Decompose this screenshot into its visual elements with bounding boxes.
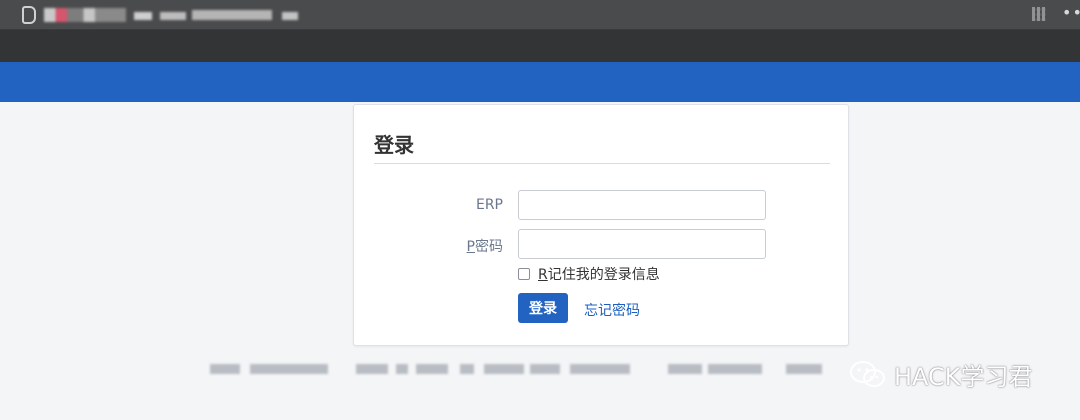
password-label: P密码 bbox=[423, 236, 503, 256]
remember-me-label[interactable]: R记住我的登录信息 bbox=[538, 264, 660, 284]
redacted-footer bbox=[530, 364, 560, 374]
password-input[interactable] bbox=[518, 229, 766, 259]
redacted-footer bbox=[460, 364, 474, 374]
title-divider bbox=[374, 163, 830, 164]
password-label-text: 密码 bbox=[475, 239, 503, 255]
redacted-url bbox=[192, 10, 272, 20]
redacted-footer bbox=[668, 364, 702, 374]
redacted-url bbox=[134, 12, 152, 20]
watermark: HACK学习君 bbox=[848, 358, 1033, 391]
document-icon bbox=[22, 6, 36, 24]
password-access-key: P bbox=[466, 239, 475, 255]
watermark-text: HACK学习君 bbox=[894, 362, 1033, 391]
more-menu-icon[interactable]: ••• bbox=[1062, 3, 1080, 23]
redacted-footer bbox=[708, 364, 762, 374]
forgot-password-link[interactable]: 忘记密码 bbox=[584, 300, 640, 320]
redacted-url bbox=[160, 12, 186, 20]
redacted-url bbox=[44, 8, 126, 22]
qr-code-icon[interactable] bbox=[1032, 7, 1046, 21]
login-button[interactable]: 登录 bbox=[518, 293, 568, 323]
erp-input[interactable] bbox=[518, 190, 766, 220]
login-title: 登录 bbox=[374, 133, 414, 157]
redacted-footer bbox=[396, 364, 408, 374]
browser-toolbar bbox=[0, 30, 1080, 62]
wechat-icon bbox=[850, 361, 885, 387]
remember-me-text: 记住我的登录信息 bbox=[547, 267, 660, 283]
erp-label: ERP bbox=[475, 197, 503, 213]
redacted-footer bbox=[416, 364, 448, 374]
remember-access-key: R bbox=[538, 267, 548, 283]
redacted-footer bbox=[250, 364, 328, 374]
app-header bbox=[0, 62, 1080, 102]
redacted-footer bbox=[210, 364, 240, 374]
login-card: 登录 ERP P密码 R记住我的登录信息 登录 忘记密码 bbox=[353, 104, 849, 346]
redacted-footer bbox=[484, 364, 524, 374]
remember-me-checkbox[interactable] bbox=[518, 268, 530, 280]
redacted-footer bbox=[356, 364, 388, 374]
redacted-url bbox=[282, 12, 298, 20]
remember-me-row[interactable]: R记住我的登录信息 bbox=[518, 265, 660, 283]
browser-address-bar: ••• bbox=[0, 0, 1080, 30]
redacted-footer bbox=[570, 364, 630, 374]
redacted-footer bbox=[786, 364, 822, 374]
